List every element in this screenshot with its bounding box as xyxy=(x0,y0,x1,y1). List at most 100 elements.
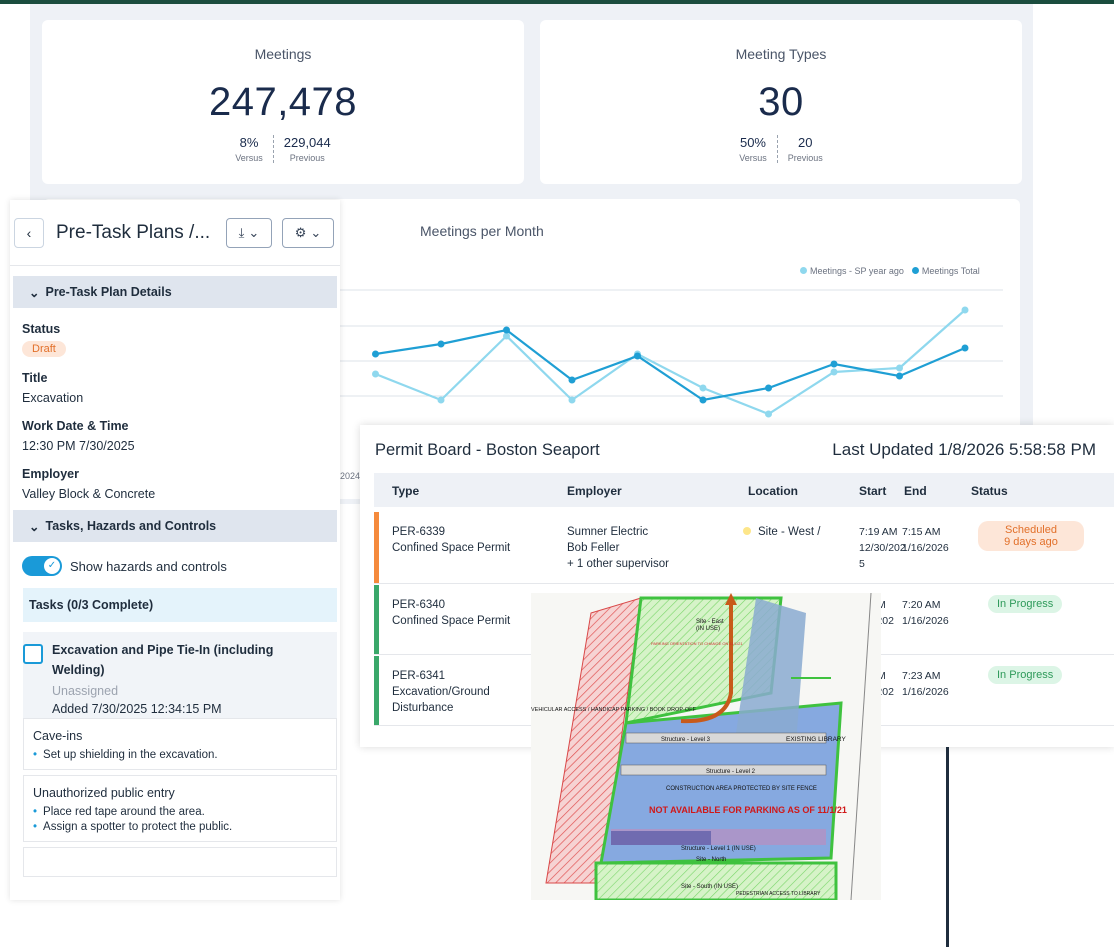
end-time: 7:15 AM xyxy=(902,526,941,538)
end-time: 7:20 AM xyxy=(902,599,941,611)
map-label: VEHICULAR ACCESS / HANDICAP PARKING / BO… xyxy=(531,707,696,713)
permit-end: 7:15 AM 1/16/2026 xyxy=(902,524,949,556)
permit-type: Excavation/Ground xyxy=(392,686,490,698)
location-text: Site - West / xyxy=(758,526,821,538)
permit-supervisor: Bob Feller xyxy=(567,542,620,554)
site-map-drawing: Site - East (IN USE) PARKING ORIENTATION… xyxy=(531,593,881,900)
hazard-card: Unauthorized public entry Place red tape… xyxy=(23,775,337,842)
permit-end: 7:23 AM 1/16/2026 xyxy=(902,668,949,700)
map-label: NOT AVAILABLE FOR PARKING AS OF 11/1/21 xyxy=(649,805,847,815)
chevron-left-icon: ‹ xyxy=(26,224,32,241)
status-bar xyxy=(374,585,379,654)
settings-button[interactable]: ⚙ ⌄ xyxy=(282,217,334,248)
task-checkbox[interactable] xyxy=(23,644,43,664)
location-dot-icon xyxy=(743,527,751,535)
details-section-header[interactable]: ⌄ Pre-Task Plan Details xyxy=(13,276,337,308)
permit-id: PER-6340 xyxy=(392,599,446,611)
permit-start: 7:19 AM 12/30/202 5 xyxy=(859,524,906,572)
hazard-control: Set up shielding in the excavation. xyxy=(33,749,327,761)
permit-type-wrap: Disturbance xyxy=(392,702,454,714)
start-date-wrap: 5 xyxy=(859,558,865,570)
chevron-down-icon: ⌄ xyxy=(29,285,40,300)
map-label: PEDESTRIAN ACCESS TO LIBRARY xyxy=(736,891,821,897)
map-label: (IN USE) xyxy=(696,626,720,632)
chevron-down-icon: ⌄ xyxy=(248,224,260,240)
legend-item[interactable]: Meetings Total xyxy=(911,266,980,276)
kpi-previous-label: Previous xyxy=(289,153,325,163)
permit-type: Confined Space Permit xyxy=(392,615,511,627)
employer-value: Valley Block & Concrete xyxy=(22,487,156,501)
check-icon: ✓ xyxy=(44,558,60,574)
map-label: EXISTING LIBRARY xyxy=(786,736,847,743)
chevron-down-icon: ⌄ xyxy=(310,224,322,240)
site-logistics-map[interactable]: Site - East (IN USE) PARKING ORIENTATION… xyxy=(531,593,881,900)
end-date: 1/16/2026 xyxy=(902,686,949,698)
status-bar xyxy=(374,512,379,583)
divider-line xyxy=(946,747,949,947)
section-title: Pre-Task Plan Details xyxy=(45,285,172,299)
kpi-previous-label: Previous xyxy=(787,153,823,163)
kpi-value: 247,478 xyxy=(208,80,358,124)
map-label: Site - North xyxy=(696,857,726,863)
download-button[interactable]: ⤓ ⌄ xyxy=(226,217,272,248)
hazard-control: Assign a spotter to protect the public. xyxy=(33,821,327,833)
pretask-plan-panel: ‹ Pre-Task Plans /... ⤓ ⌄ ⚙ ⌄ ⌄ Pre-Task Pl… xyxy=(10,200,340,900)
legend-label: Meetings Total xyxy=(921,266,980,276)
kpi-versus-label: Versus xyxy=(235,153,263,163)
chart-title: Meetings per Month xyxy=(420,223,544,239)
task-added: Added 7/30/2025 12:34:15 PM xyxy=(52,702,222,716)
status-badge: In Progress xyxy=(988,595,1063,613)
column-header: Location xyxy=(748,484,798,498)
last-updated: Last Updated 1/8/2026 5:58:58 PM xyxy=(832,440,1096,459)
kpi-card-meeting-types: Meeting Types 30 50% Versus 20 Previous xyxy=(540,20,1022,184)
employer-label: Employer xyxy=(22,467,79,481)
task-name: Excavation and Pipe Tie-In (including We… xyxy=(52,643,274,677)
kpi-versus-value: 8% xyxy=(239,135,259,150)
hazard-name: Cave-ins xyxy=(33,729,83,743)
end-date: 1/16/2026 xyxy=(902,542,949,554)
map-label: Site - South (IN USE) xyxy=(681,884,738,890)
kpi-title: Meeting Types xyxy=(735,46,827,62)
legend-dot xyxy=(911,267,919,274)
task-assignee[interactable]: Unassigned xyxy=(52,684,337,698)
permit-id: PER-6339 xyxy=(392,526,446,538)
back-button[interactable]: ‹ xyxy=(14,217,44,248)
start-time: 7:19 AM xyxy=(859,526,898,538)
tasks-header: Tasks (0/3 Complete) xyxy=(23,588,337,622)
column-header: End xyxy=(904,484,927,498)
map-label: CONSTRUCTION AREA PROTECTED BY SITE FENC… xyxy=(666,786,817,792)
hazard-card: Cave-ins Set up shielding in the excavat… xyxy=(23,718,337,770)
permit-table-header: Type Employer Location Start End Status xyxy=(374,473,1114,507)
end-date: 1/16/2026 xyxy=(902,615,949,627)
hazards-toggle[interactable]: ✓ xyxy=(22,556,62,576)
map-label: Structure - Level 2 xyxy=(706,769,756,775)
column-header: Start xyxy=(859,484,887,498)
title-value: Excavation xyxy=(22,391,84,405)
map-label: PARKING ORIENTATION TO CHANGE ON 11/1/21 xyxy=(651,641,743,646)
panel-header: ‹ Pre-Task Plans /... ⤓ ⌄ ⚙ ⌄ xyxy=(10,200,340,266)
chart-legend: Meetings - SP year ago Meetings Total xyxy=(800,266,980,276)
status-text: Scheduled xyxy=(1005,524,1057,536)
permit-employer: Sumner Electric xyxy=(567,526,649,538)
permit-board-title: Permit Board - Boston Seaport xyxy=(375,441,600,459)
legend-label: Meetings - SP year ago xyxy=(810,266,904,276)
legend-item[interactable]: Meetings - SP year ago xyxy=(800,266,904,276)
permit-row[interactable]: PER-6339 Confined Space Permit Sumner El… xyxy=(374,512,1114,584)
kpi-previous-value: 229,044 xyxy=(283,135,331,150)
date-value: 12:30 PM 7/30/2025 xyxy=(22,439,135,453)
title-label: Title xyxy=(22,371,48,385)
status-badge: Scheduled 9 days ago xyxy=(978,521,1084,551)
end-time: 7:23 AM xyxy=(902,670,941,682)
column-header: Status xyxy=(971,484,1008,498)
chevron-down-icon: ⌄ xyxy=(29,519,40,534)
tasks-section-header[interactable]: ⌄ Tasks, Hazards and Controls xyxy=(13,510,337,542)
date-label: Work Date & Time xyxy=(22,419,129,433)
legend-dot xyxy=(800,267,807,274)
permit-location: Site - West / xyxy=(743,524,820,540)
toggle-label: Show hazards and controls xyxy=(70,558,227,574)
start-date: 12/30/202 xyxy=(859,542,906,554)
permit-type: Confined Space Permit xyxy=(392,542,511,554)
status-badge: In Progress xyxy=(988,666,1063,684)
permit-extra-supervisors: + 1 other supervisor xyxy=(567,558,669,570)
map-label: Site - East xyxy=(696,619,724,625)
